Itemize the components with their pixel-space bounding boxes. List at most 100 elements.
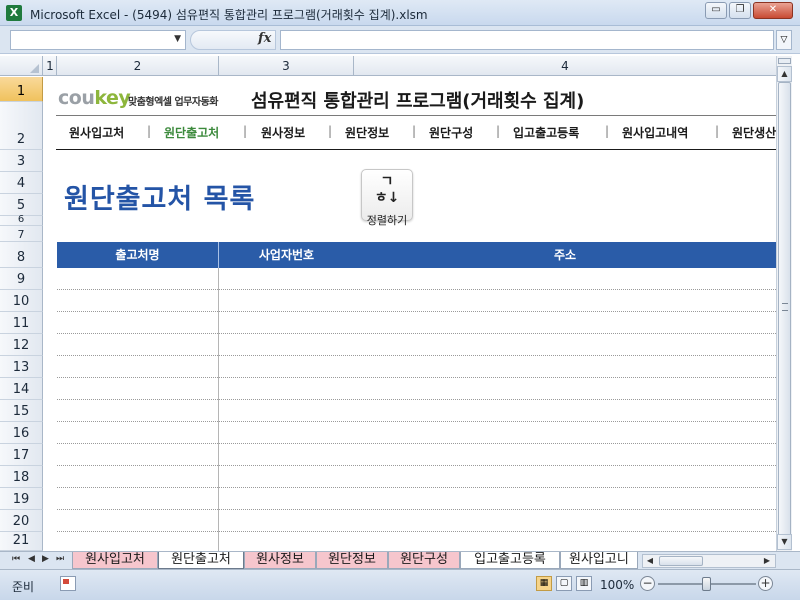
page-layout-view-icon[interactable]: ▢ <box>556 576 572 591</box>
table-row[interactable] <box>57 422 776 444</box>
window-title: Microsoft Excel - (5494) 섬유편직 통합관리 프로그램(… <box>30 8 428 22</box>
zoom-level[interactable]: 100% <box>600 578 634 592</box>
menu-separator: | <box>328 124 333 138</box>
scroll-left-icon[interactable]: ◀ <box>644 555 656 567</box>
prev-sheet-icon[interactable]: ◀ <box>28 554 35 564</box>
row-header[interactable]: 14 <box>0 378 43 400</box>
row-header[interactable]: 16 <box>0 422 43 444</box>
column-headers: 1 2 3 4 <box>0 56 776 76</box>
sheet-tab-inout-register[interactable]: 입고출고등록 <box>460 552 560 569</box>
row-header[interactable]: 13 <box>0 356 43 378</box>
table-row[interactable] <box>57 400 776 422</box>
row-header[interactable]: 18 <box>0 466 43 488</box>
scroll-right-icon[interactable]: ▶ <box>761 555 773 567</box>
menu-item-fabric-composition[interactable]: 원단구성 <box>429 124 473 141</box>
zoom-in-icon[interactable]: + <box>758 576 773 591</box>
row-header[interactable]: 19 <box>0 488 43 510</box>
column-header[interactable]: 1 <box>44 56 57 76</box>
next-sheet-icon[interactable]: ▶ <box>42 554 49 564</box>
sort-button-label: 정렬하기 <box>366 214 408 227</box>
last-sheet-icon[interactable]: ⏭ <box>56 554 64 564</box>
insert-function-icon[interactable]: fx <box>258 31 271 46</box>
worksheet[interactable]: coukey 맞춤형엑셀 업무자동화 섬유편직 통합관리 프로그램(거래횟수 집… <box>44 77 776 551</box>
row-header[interactable]: 4 <box>0 172 43 194</box>
first-sheet-icon[interactable]: ⏮ <box>12 554 20 564</box>
menu-item-yarn-receipt-history[interactable]: 원사입고내역 <box>622 124 688 141</box>
table-row[interactable] <box>57 532 776 551</box>
zoom-out-icon[interactable]: − <box>640 576 655 591</box>
zoom-slider-knob[interactable] <box>702 577 711 591</box>
sheet-tab-fabric-shipper[interactable]: 원단출고처 <box>158 552 244 569</box>
minimize-button[interactable]: ▭ <box>705 2 727 19</box>
scroll-thumb[interactable] <box>778 82 791 537</box>
menu-item-inout-register[interactable]: 입고출고등록 <box>513 124 579 141</box>
row-header[interactable]: 11 <box>0 312 43 334</box>
restore-button[interactable]: ❐ <box>729 2 751 19</box>
row-header[interactable]: 17 <box>0 444 43 466</box>
column-header[interactable]: 4 <box>354 56 776 76</box>
logo-tagline: 맞춤형엑셀 업무자동화 <box>128 97 218 108</box>
sheet-tab-yarn-receipt[interactable]: 원사입고니 <box>560 552 638 569</box>
row-header[interactable]: 8 <box>0 242 43 268</box>
table-row[interactable] <box>57 510 776 532</box>
vertical-scrollbar[interactable]: ▲ ▼ <box>776 56 792 551</box>
menu-divider <box>56 149 776 150</box>
menu-item-fabric-info[interactable]: 원단정보 <box>345 124 389 141</box>
menu-item-yarn-info[interactable]: 원사정보 <box>261 124 305 141</box>
table-row[interactable] <box>57 488 776 510</box>
formula-bar: ▼ fx ▽ <box>0 26 800 54</box>
scroll-down-icon[interactable]: ▼ <box>777 534 792 550</box>
table-header: 출고처명 사업자번호 주소 <box>57 242 776 268</box>
split-handle[interactable] <box>778 58 791 64</box>
row-header[interactable]: 20 <box>0 510 43 532</box>
title-bar: X Microsoft Excel - (5494) 섬유편직 통합관리 프로그… <box>0 0 800 26</box>
table-row[interactable] <box>57 290 776 312</box>
row-header[interactable]: 10 <box>0 290 43 312</box>
row-header[interactable]: 2 <box>0 102 43 150</box>
sheet-tab-yarn-info[interactable]: 원사정보 <box>244 552 316 569</box>
table-row[interactable] <box>57 268 776 290</box>
page-break-view-icon[interactable]: ▥ <box>576 576 592 591</box>
normal-view-icon[interactable]: ▦ <box>536 576 552 591</box>
menu-item-yarn-supplier[interactable]: 원사입고처 <box>69 124 124 141</box>
name-box-dropdown-icon[interactable]: ▼ <box>174 34 181 44</box>
row-header[interactable]: 15 <box>0 400 43 422</box>
row-header[interactable]: 3 <box>0 150 43 172</box>
sort-button[interactable]: ㄱㅎ↓ 정렬하기 <box>361 169 413 227</box>
menu-item-fabric-production[interactable]: 원단생산 <box>732 124 776 141</box>
sheet-tab-fabric-info[interactable]: 원단정보 <box>316 552 388 569</box>
menu-separator: | <box>496 124 501 138</box>
table-row[interactable] <box>57 444 776 466</box>
horizontal-scrollbar[interactable]: ◀ ▶ <box>642 554 776 568</box>
table-row[interactable] <box>57 312 776 334</box>
table-row[interactable] <box>57 466 776 488</box>
coukey-logo: coukey <box>58 87 131 109</box>
macro-record-icon[interactable] <box>60 576 76 591</box>
scroll-up-icon[interactable]: ▲ <box>777 66 792 82</box>
row-header[interactable]: 6 <box>0 214 43 226</box>
column-header[interactable]: 3 <box>219 56 354 76</box>
status-bar: 준비 ▦ ▢ ▥ 100% − + <box>0 569 800 600</box>
expand-formula-bar-icon[interactable]: ▽ <box>776 30 792 50</box>
row-header[interactable]: 7 <box>0 226 43 242</box>
sheet-tabs-bar: ⏮ ◀ ▶ ⏭ 원사입고처 원단출고처 원사정보 원단정보 원단구성 입고출고등… <box>0 551 800 569</box>
row-header[interactable]: 12 <box>0 334 43 356</box>
row-header[interactable]: 9 <box>0 268 43 290</box>
table-row[interactable] <box>57 356 776 378</box>
menu-item-fabric-shipper[interactable]: 원단출고처 <box>164 124 219 141</box>
formula-input[interactable] <box>280 30 774 50</box>
horizontal-scroll-thumb[interactable] <box>659 556 703 566</box>
close-button[interactable]: ✕ <box>753 2 793 19</box>
sheet-tab-yarn-supplier[interactable]: 원사입고처 <box>72 552 158 569</box>
column-header[interactable]: 2 <box>57 56 219 76</box>
table-row[interactable] <box>57 378 776 400</box>
table-row[interactable] <box>57 334 776 356</box>
sheet-tab-fabric-composition[interactable]: 원단구성 <box>388 552 460 569</box>
row-header[interactable]: 21 <box>0 532 43 551</box>
row-header[interactable]: 1 <box>0 77 43 102</box>
select-all-corner[interactable] <box>0 56 43 76</box>
excel-app-icon[interactable]: X <box>6 5 22 21</box>
menu-separator: | <box>147 124 152 138</box>
row-header[interactable]: 5 <box>0 194 43 216</box>
name-box[interactable]: ▼ <box>10 30 186 50</box>
